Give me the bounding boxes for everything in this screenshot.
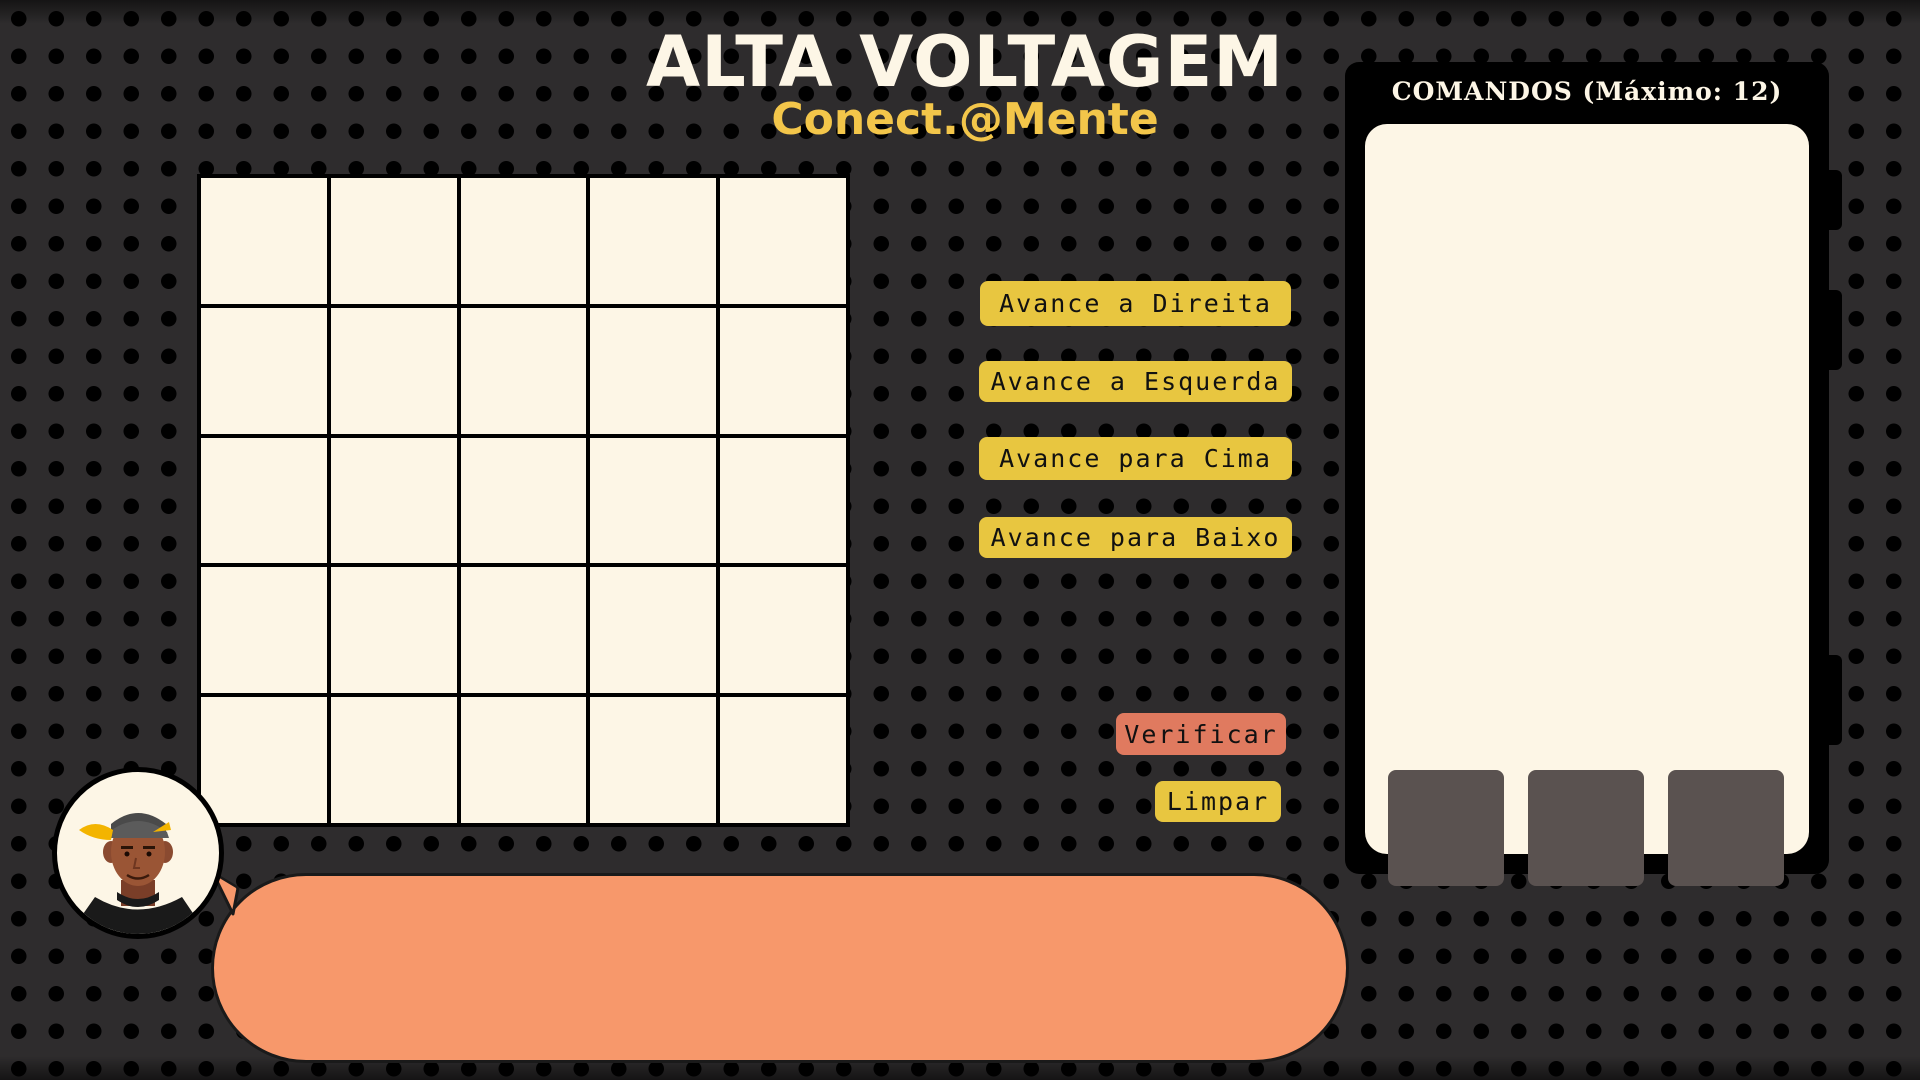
board-cell[interactable] <box>460 178 587 304</box>
game-board <box>197 174 850 827</box>
command-slot[interactable] <box>1388 770 1504 886</box>
board-cell[interactable] <box>590 178 717 304</box>
move-down-button[interactable]: Avance para Baixo <box>979 517 1292 558</box>
panel-edge-tab <box>1828 655 1842 745</box>
board-cell[interactable] <box>720 178 846 304</box>
command-slot[interactable] <box>1668 770 1784 886</box>
board-cell[interactable] <box>201 178 327 304</box>
board-cell[interactable] <box>330 178 457 304</box>
move-left-button[interactable]: Avance a Esquerda <box>979 361 1292 402</box>
game-title: ALTA VOLTAGEM <box>646 21 1284 103</box>
board-cell[interactable] <box>460 567 587 694</box>
board-cell[interactable] <box>460 437 587 564</box>
board-cell[interactable] <box>590 567 717 694</box>
commands-list[interactable] <box>1365 124 1809 886</box>
board-cell[interactable] <box>590 697 717 823</box>
board-cell[interactable] <box>201 307 327 434</box>
board-cell[interactable] <box>460 697 587 823</box>
board-cell[interactable] <box>330 697 457 823</box>
board-cell[interactable] <box>330 567 457 694</box>
board-cell[interactable] <box>720 307 846 434</box>
move-up-button[interactable]: Avance para Cima <box>979 437 1292 480</box>
panel-edge-tab <box>1828 290 1842 370</box>
command-slot[interactable] <box>1528 770 1644 886</box>
board-cell[interactable] <box>201 697 327 823</box>
board-cell[interactable] <box>460 307 587 434</box>
board-cell[interactable] <box>720 567 846 694</box>
move-right-button[interactable]: Avance a Direita <box>980 281 1291 326</box>
speech-text <box>274 916 1286 1020</box>
board-cell[interactable] <box>201 437 327 564</box>
game-subtitle: Conect.@Mente <box>771 94 1159 145</box>
speech-bubble <box>211 873 1349 1063</box>
board-cell[interactable] <box>590 307 717 434</box>
board-cell[interactable] <box>720 697 846 823</box>
board-cell[interactable] <box>720 437 846 564</box>
character-portrait-icon <box>69 813 207 934</box>
verify-button[interactable]: Verificar <box>1116 713 1286 755</box>
commands-panel: COMANDOS (Máximo: 12) <box>1345 62 1829 886</box>
board-cell[interactable] <box>590 437 717 564</box>
commands-panel-title: COMANDOS (Máximo: 12) <box>1391 77 1783 106</box>
clear-button[interactable]: Limpar <box>1155 781 1281 822</box>
panel-edge-tab <box>1828 170 1842 230</box>
board-cell[interactable] <box>330 307 457 434</box>
board-cell[interactable] <box>330 437 457 564</box>
character-avatar-icon <box>52 767 224 939</box>
board-cell[interactable] <box>201 567 327 694</box>
